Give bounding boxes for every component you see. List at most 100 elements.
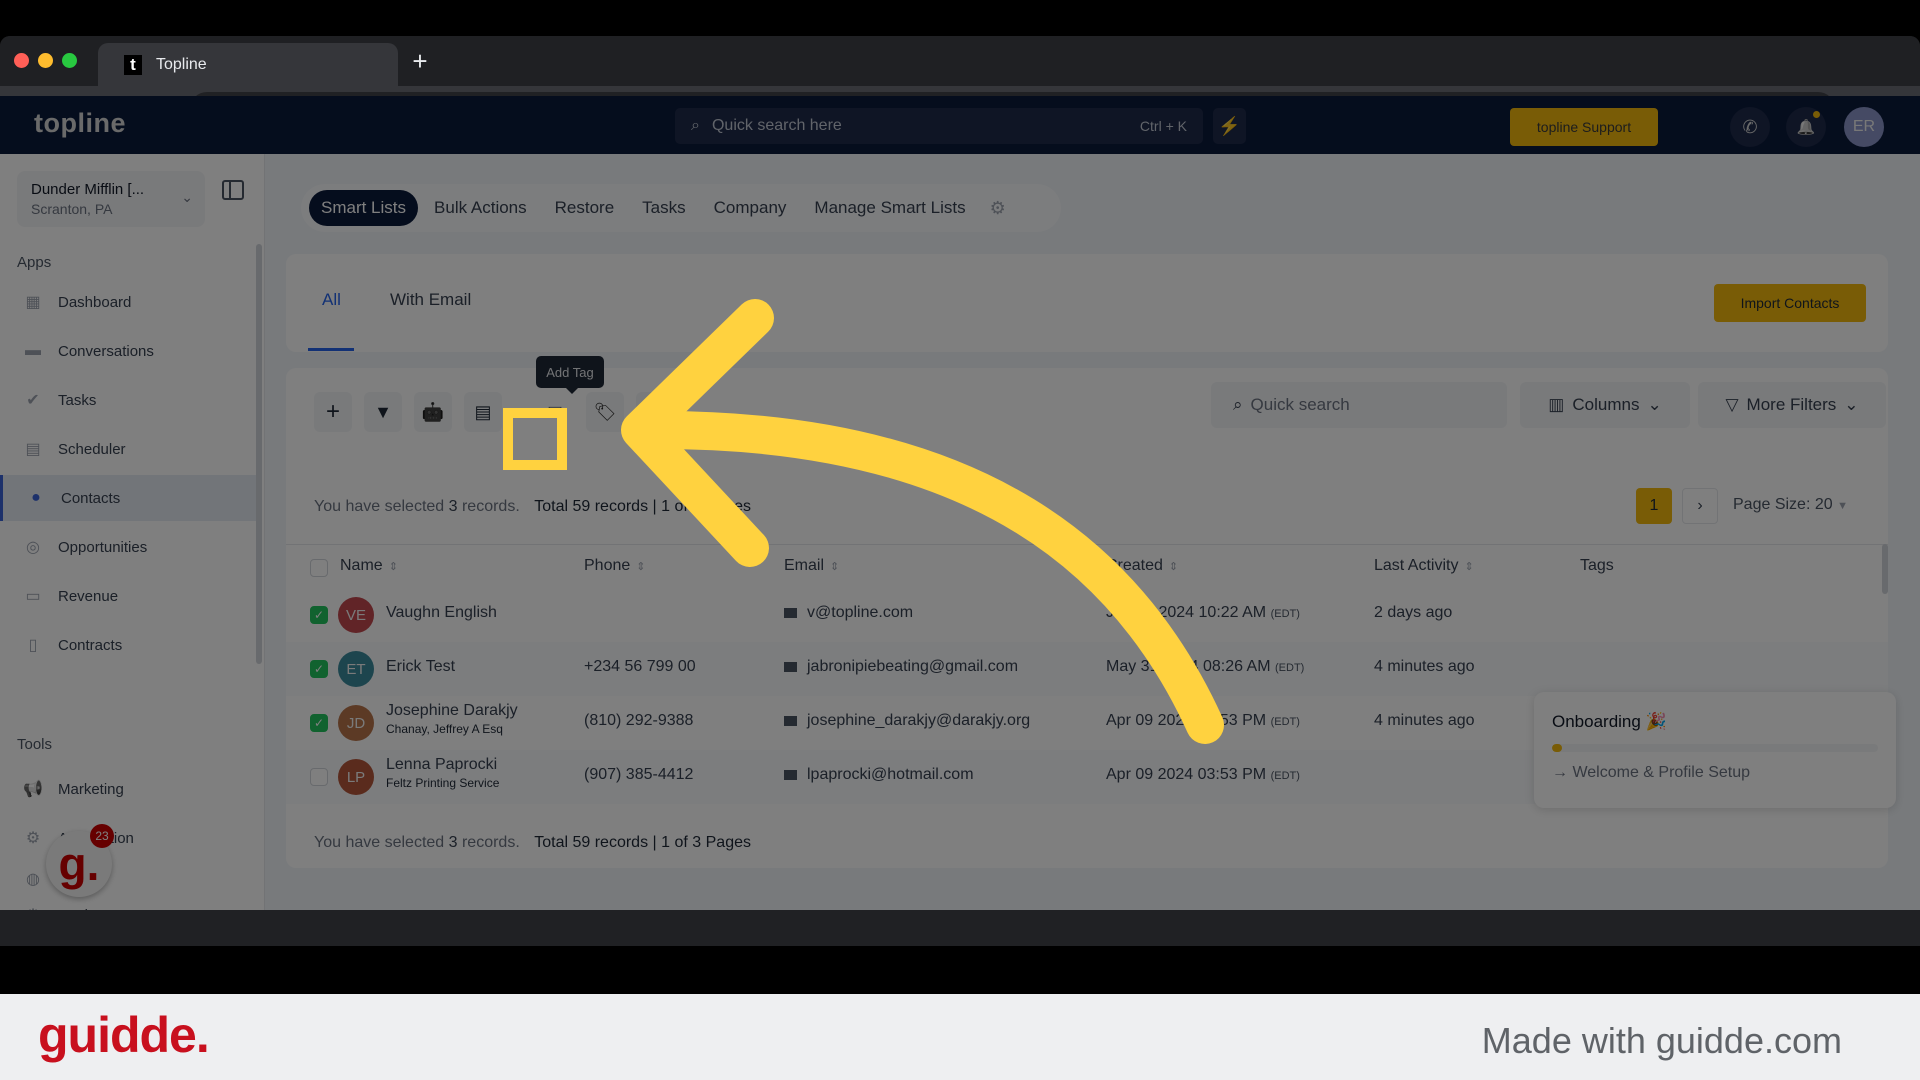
- bell-icon: 🔔: [1796, 119, 1816, 136]
- new-tab-button[interactable]: +: [405, 46, 435, 76]
- screen-top-border: [0, 0, 1920, 36]
- sidebar-item-label: Contracts: [58, 636, 123, 654]
- row-checkbox[interactable]: ✓: [310, 606, 328, 624]
- location-switcher[interactable]: Dunder Mifflin [... Scranton, PA ⌄: [17, 171, 205, 227]
- contact-company: Chanay, Jeffrey A Esq: [386, 722, 503, 736]
- selected-count: 3: [448, 834, 458, 851]
- col-label: Created: [1106, 557, 1163, 574]
- columns-dropdown[interactable]: ▥ Columns ⌄: [1520, 382, 1690, 428]
- settings-gear-icon[interactable]: ⚙: [990, 198, 1006, 219]
- user-avatar[interactable]: ER: [1844, 107, 1884, 147]
- browser-tab[interactable]: t Topline: [98, 43, 398, 86]
- table-row[interactable]: ✓ ET Erick Test +234 56 799 00 jabronipiebea…: [286, 642, 1888, 696]
- subtab-all[interactable]: All: [322, 290, 341, 310]
- sidebar-item-sites[interactable]: ◍Sites: [0, 864, 256, 894]
- onboarding-widget[interactable]: Onboarding 🎉 → Welcome & Profile Setup: [1534, 692, 1896, 808]
- sidebar-item-label: Tasks: [58, 391, 97, 409]
- filter-button[interactable]: ▼: [364, 392, 402, 432]
- row-checkbox[interactable]: ✓: [310, 660, 328, 678]
- sidebar-item-settings[interactable]: ⚙ Settings: [0, 892, 256, 911]
- sidebar-item-contacts[interactable]: ● Contacts: [0, 475, 256, 521]
- contact-email-text: lpaprocki@hotmail.com: [807, 766, 974, 783]
- dashboard-icon: ▦: [25, 294, 41, 311]
- col-email[interactable]: Email ⇕: [784, 557, 839, 575]
- contact-phone: (810) 292-9388: [584, 712, 694, 729]
- location-subtitle: Scranton, PA: [31, 201, 113, 217]
- tab-company[interactable]: Company: [702, 190, 799, 226]
- sidebar-item-scheduler[interactable]: ▤ Scheduler: [0, 426, 256, 472]
- subtab-with-email[interactable]: With Email: [390, 290, 471, 310]
- guidde-footer: guidde. Made with guidde.com: [0, 994, 1920, 1080]
- send-sms-button[interactable]: ▤: [464, 392, 502, 432]
- robot-icon: 🤖: [421, 401, 445, 422]
- table-row[interactable]: ✓ VE Vaughn English v@topline.com Jun 06 202…: [286, 588, 1888, 642]
- contact-name[interactable]: Vaughn English: [386, 604, 497, 622]
- page-size-select[interactable]: Page Size: 20 ▼: [1733, 496, 1848, 514]
- col-name[interactable]: Name ⇕: [340, 557, 398, 575]
- table-scrollbar[interactable]: [1882, 544, 1888, 594]
- sidebar-item-tasks[interactable]: ✔ Tasks: [0, 377, 256, 423]
- more-filters-dropdown[interactable]: ▽ More Filters ⌄: [1698, 382, 1886, 428]
- col-label: Email: [784, 557, 825, 574]
- remove-tag-button[interactable]: ▢: [636, 392, 674, 432]
- sidebar-item-automation[interactable]: ⚙Automation: [0, 815, 256, 861]
- notifications-button[interactable]: 🔔: [1786, 107, 1826, 147]
- tab-bulk-actions[interactable]: Bulk Actions: [422, 190, 539, 226]
- add-contact-button[interactable]: +: [314, 392, 352, 432]
- sidebar-item-dashboard[interactable]: ▦ Dashboard: [0, 279, 256, 325]
- calendar-icon: ▤: [25, 441, 41, 458]
- avatar: JD: [338, 705, 374, 741]
- chevron-down-icon: ⌄: [1647, 395, 1662, 414]
- maximize-window-button[interactable]: [62, 53, 77, 68]
- tab-restore[interactable]: Restore: [543, 190, 627, 226]
- notification-dot: [1813, 111, 1820, 118]
- sidebar-scrollbar[interactable]: [256, 244, 262, 664]
- sidebar-item-revenue[interactable]: ▭ Revenue: [0, 573, 256, 619]
- global-search-input[interactable]: ⌕ Quick search here Ctrl + K: [675, 108, 1203, 144]
- quick-search-input[interactable]: ⌕ Quick search: [1211, 382, 1507, 428]
- page-1-button[interactable]: 1: [1636, 488, 1672, 524]
- sidebar-item-conversations[interactable]: ▬ Conversations: [0, 328, 256, 374]
- caret-down-icon: ▼: [1837, 500, 1848, 512]
- col-phone[interactable]: Phone ⇕: [584, 557, 645, 575]
- contact-name[interactable]: Lenna Paprocki Feltz Printing Service: [386, 756, 499, 790]
- page-count: 1 of 3 Pages: [661, 498, 751, 515]
- created-date: Jun 06 2024 10:22 AM: [1106, 604, 1267, 621]
- sort-icon: ⇕: [388, 561, 398, 573]
- close-window-button[interactable]: [14, 53, 29, 68]
- automation-bot-button[interactable]: 🤖: [414, 392, 452, 432]
- select-all-checkbox[interactable]: [310, 559, 328, 577]
- sidebar-item-contracts[interactable]: ▯ Contracts: [0, 622, 256, 668]
- tag-minus-icon: ▢: [646, 401, 664, 422]
- next-page-button[interactable]: ›: [1682, 488, 1718, 524]
- sidebar-item-marketing[interactable]: 📢 Marketing: [0, 766, 256, 812]
- row-checkbox[interactable]: ✓: [310, 714, 328, 732]
- col-created[interactable]: Created ⇕: [1106, 557, 1178, 575]
- collapse-sidebar-icon[interactable]: [222, 180, 244, 200]
- support-button[interactable]: topline Support: [1510, 108, 1658, 146]
- sort-icon: ⇕: [1168, 561, 1179, 573]
- mail-icon: [784, 715, 797, 726]
- add-tag-button[interactable]: 🏷: [586, 392, 624, 432]
- topline-logo[interactable]: topline: [34, 108, 126, 139]
- bolt-icon[interactable]: ⚡: [1213, 108, 1246, 144]
- import-contacts-button[interactable]: Import Contacts: [1714, 284, 1866, 322]
- total-records: Total 59 records: [534, 498, 649, 515]
- row-checkbox[interactable]: [310, 768, 328, 786]
- contact-name[interactable]: Josephine Darakjy Chanay, Jeffrey A Esq: [386, 702, 518, 736]
- col-last-activity[interactable]: Last Activity ⇕: [1374, 557, 1474, 575]
- contact-name[interactable]: Erick Test: [386, 658, 455, 676]
- onboarding-title: Onboarding 🎉: [1552, 712, 1667, 731]
- sidebar-item-opportunities[interactable]: ◎ Opportunities: [0, 524, 256, 570]
- contact-created: Apr 09 2024 03:53 PM (EDT): [1106, 712, 1300, 730]
- sidebar-item-label: Revenue: [58, 587, 119, 605]
- global-search-placeholder: Quick search here: [711, 117, 842, 134]
- phone-icon[interactable]: ✆: [1730, 107, 1770, 147]
- onboarding-step-link[interactable]: → Welcome & Profile Setup: [1552, 764, 1878, 782]
- tab-manage-smart-lists[interactable]: Manage Smart Lists: [802, 190, 977, 226]
- contact-created: May 31 2024 08:26 AM (EDT): [1106, 658, 1304, 676]
- minimize-window-button[interactable]: [38, 53, 53, 68]
- tab-tasks[interactable]: Tasks: [630, 190, 697, 226]
- tools-section-label: Tools: [17, 736, 53, 753]
- tab-smart-lists[interactable]: Smart Lists: [309, 190, 419, 226]
